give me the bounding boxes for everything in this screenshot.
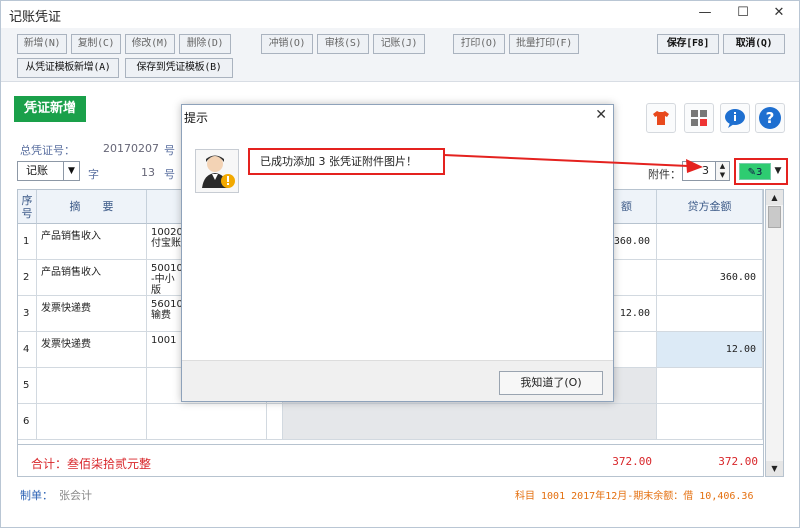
close-button[interactable]: ✕	[765, 3, 793, 23]
voucher-type-value: 记账	[26, 164, 48, 177]
scroll-up-icon[interactable]: ▲	[766, 190, 783, 205]
reverse-button[interactable]: 冲销(O)	[261, 34, 313, 54]
scroll-down-icon[interactable]: ▼	[766, 461, 783, 476]
debit-amount-cell[interactable]	[283, 404, 657, 440]
voucher-type-select[interactable]: 记账 ▼	[17, 161, 80, 181]
total-row: 合计：叁佰柒拾贰元整 372.00 372.00	[18, 444, 763, 478]
row-number: 2	[18, 260, 37, 296]
column-header-row-no-label: 序号	[21, 194, 33, 220]
credit-amount-cell[interactable]: 12.00	[657, 332, 763, 368]
avatar-warning-icon	[195, 149, 239, 193]
total-label: 合计：叁佰柒拾贰元整	[31, 457, 152, 471]
minimize-button[interactable]: —	[691, 3, 719, 23]
copy-button[interactable]: 复制(C)	[71, 34, 121, 54]
row-number: 6	[18, 404, 37, 440]
credit-amount-cell[interactable]	[657, 224, 763, 260]
help-icon[interactable]: ?	[755, 103, 785, 133]
account-balance: 科目 1001 2017年12月-期末余额：借 10,406.36	[515, 491, 754, 502]
maker-label: 制单：	[20, 489, 53, 502]
delete-button[interactable]: 删除(D)	[179, 34, 231, 54]
attachments-button[interactable]: ✎3 ▼	[734, 158, 788, 185]
post-button[interactable]: 记账(J)	[373, 34, 425, 54]
credit-amount-cell[interactable]	[657, 368, 763, 404]
row-number: 5	[18, 368, 37, 404]
notice-dialog: 提示 ✕ 已成功添加 3 张凭证附件图片！ 我知道了(O)	[181, 104, 614, 402]
chevron-down-icon[interactable]: ▼	[63, 162, 79, 180]
cancel-button[interactable]: 取消(Q)	[723, 34, 785, 54]
maximize-button[interactable]: ☐	[729, 3, 757, 23]
row-number: 3	[18, 296, 37, 332]
voucher-window: 记账凭证 — ☐ ✕ 新增(N) 复制(C) 修改(M) 删除(D) 冲销(O)…	[0, 0, 800, 528]
save-button[interactable]: 保存[F8]	[657, 34, 719, 54]
summary-cell[interactable]: 发票快递费	[37, 296, 147, 332]
credit-amount-cell[interactable]	[657, 296, 763, 332]
attachments-count-input[interactable]: 3	[682, 161, 716, 181]
dialog-title: 提示	[184, 111, 209, 125]
row-number: 1	[18, 224, 37, 260]
voucher-no-label: 总凭证号：	[20, 144, 75, 157]
maker-name: 张会计	[59, 489, 92, 502]
batch-print-button[interactable]: 批量打印(F)	[509, 34, 579, 54]
total-credit: 372.00	[718, 455, 758, 468]
attachments-spinner[interactable]: ▲ ▼	[716, 161, 730, 181]
page-heading: 凭证新增	[14, 96, 86, 122]
print-button[interactable]: 打印(O)	[453, 34, 505, 54]
credit-amount-cell[interactable]	[657, 404, 763, 440]
save-as-template-button[interactable]: 保存到凭证模板(B)	[125, 58, 233, 78]
account-cell[interactable]	[147, 404, 267, 440]
credit-amount-cell[interactable]: 360.00	[657, 260, 763, 296]
title-bar: 记账凭证 — ☐ ✕	[1, 1, 799, 28]
acknowledge-button[interactable]: 我知道了(O)	[499, 371, 603, 395]
dialog-message: 已成功添加 3 张凭证附件图片！	[248, 148, 445, 175]
summary-cell[interactable]	[37, 368, 147, 404]
summary-cell[interactable]: 产品销售收入	[37, 260, 147, 296]
new-from-template-button[interactable]: 从凭证模板新增(A)	[17, 58, 119, 78]
sub-no-value: 13	[141, 166, 155, 179]
voucher-no-suffix: 号	[164, 144, 175, 157]
audit-button[interactable]: 审核(S)	[317, 34, 369, 54]
chevron-down-icon[interactable]: ▼	[773, 163, 783, 180]
dialog-button-bar: 我知道了(O)	[182, 360, 613, 401]
new-button[interactable]: 新增(N)	[17, 34, 67, 54]
voucher-no-value: 20170207	[103, 142, 159, 155]
edit-button[interactable]: 修改(M)	[125, 34, 175, 54]
attachments-label: 附件：	[648, 168, 681, 181]
summary-cell[interactable]: 发票快递费	[37, 332, 147, 368]
sub-no-suffix: 号	[164, 168, 175, 181]
column-header-credit: 贷方金额	[657, 190, 763, 224]
toolbar: 新增(N) 复制(C) 修改(M) 删除(D) 冲销(O) 审核(S) 记账(J…	[1, 28, 799, 82]
paperclip-icon: ✎	[747, 167, 756, 178]
scroll-thumb[interactable]	[768, 206, 781, 228]
table-scrollbar[interactable]: ▲ ▼	[765, 189, 784, 477]
column-header-summary: 摘 要	[37, 190, 147, 224]
summary-cell[interactable]	[37, 404, 147, 440]
total-debit: 372.00	[612, 455, 652, 468]
dialog-close-button[interactable]: ✕	[595, 107, 607, 123]
calculator-icon[interactable]	[684, 103, 714, 133]
column-header-row-no: 序号	[18, 190, 37, 224]
window-title: 记账凭证	[9, 10, 62, 25]
svg-text:?: ?	[766, 109, 775, 127]
shirt-icon[interactable]	[646, 103, 676, 133]
word-label: 字	[88, 168, 99, 181]
blank-cell	[267, 404, 283, 440]
summary-cell[interactable]: 产品销售收入	[37, 224, 147, 260]
attachments-button-count: 3	[756, 167, 763, 178]
row-number: 4	[18, 332, 37, 368]
chat-icon[interactable]	[720, 103, 750, 133]
attachments-button-face[interactable]: ✎3	[739, 163, 771, 180]
